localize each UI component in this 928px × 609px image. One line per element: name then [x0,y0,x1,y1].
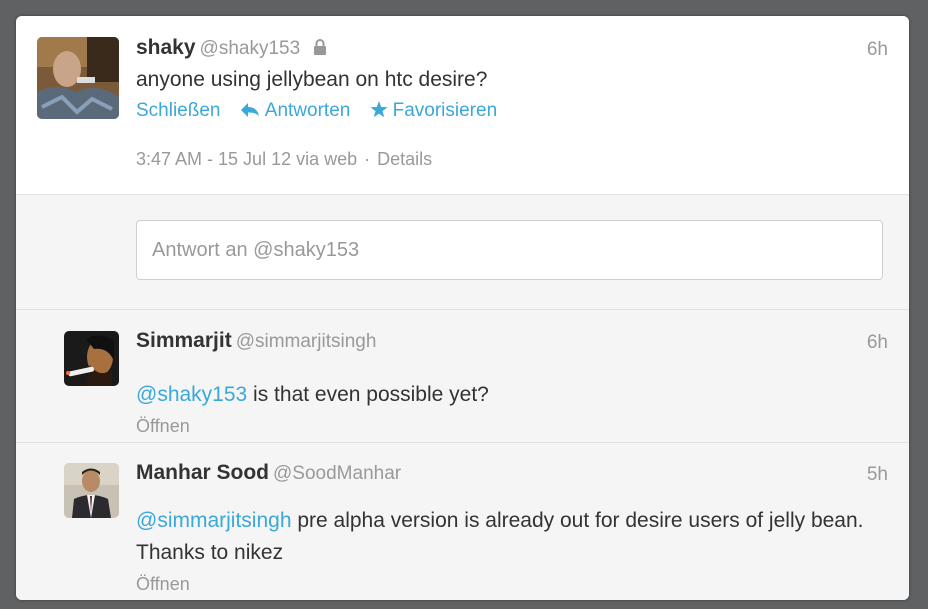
tweet-text-body: is that even possible yet? [247,383,489,406]
lock-icon [313,39,327,60]
tweet-header: Simmarjit @simmarjitsingh [136,329,376,353]
reply-label: Antworten [264,100,351,121]
mention-link[interactable]: @simmarjitsingh [136,509,292,532]
tweet-header: Manhar Sood @SoodManhar [136,461,401,485]
star-icon [370,101,388,118]
reply-area [16,195,909,310]
tweet-text: anyone using jellybean on htc desire? [136,68,488,91]
avatar[interactable] [37,37,119,119]
favorite-button[interactable]: Favorisieren [370,100,498,122]
tweet-card: shaky @shaky153 6h anyone using jellybean… [16,16,909,600]
reply-tweet[interactable]: Simmarjit @simmarjitsingh 6h @shaky153 is… [16,310,909,443]
tweet-timestamp[interactable]: 3:47 AM - 15 Jul 12 via web [136,149,357,169]
tweet-header: shaky @shaky153 [136,36,327,60]
user-handle[interactable]: @shaky153 [200,38,301,59]
meta-separator: · [364,149,371,169]
tweet-actions: Schließen Antworten Favorisieren [136,100,511,122]
close-button[interactable]: Schließen [136,100,221,122]
tweet-time[interactable]: 5h [867,464,888,486]
user-handle[interactable]: @simmarjitsingh [236,331,377,352]
avatar[interactable] [64,331,119,386]
reply-input[interactable] [136,220,883,280]
tweet-meta: 3:47 AM - 15 Jul 12 via web · Details [136,149,432,170]
reply-tweet[interactable]: Manhar Sood @SoodManhar 5h @simmarjitsing… [16,443,909,600]
main-tweet: shaky @shaky153 6h anyone using jellybean… [16,16,909,195]
open-link[interactable]: Öffnen [136,574,190,595]
open-link[interactable]: Öffnen [136,416,190,437]
user-name[interactable]: Simmarjit [136,329,232,352]
tweet-time[interactable]: 6h [867,332,888,354]
favorite-label: Favorisieren [392,100,498,121]
avatar[interactable] [64,463,119,518]
user-name[interactable]: Manhar Sood [136,461,269,484]
tweet-text: @shaky153 is that even possible yet? [136,379,876,411]
reply-button[interactable]: Antworten [240,100,351,122]
user-name[interactable]: shaky [136,36,196,59]
reply-arrow-icon [240,103,259,117]
user-handle[interactable]: @SoodManhar [273,463,401,484]
tweet-text: @simmarjitsingh pre alpha version is alr… [136,505,876,569]
mention-link[interactable]: @shaky153 [136,383,247,406]
details-link[interactable]: Details [377,149,432,169]
tweet-time[interactable]: 6h [867,39,888,61]
